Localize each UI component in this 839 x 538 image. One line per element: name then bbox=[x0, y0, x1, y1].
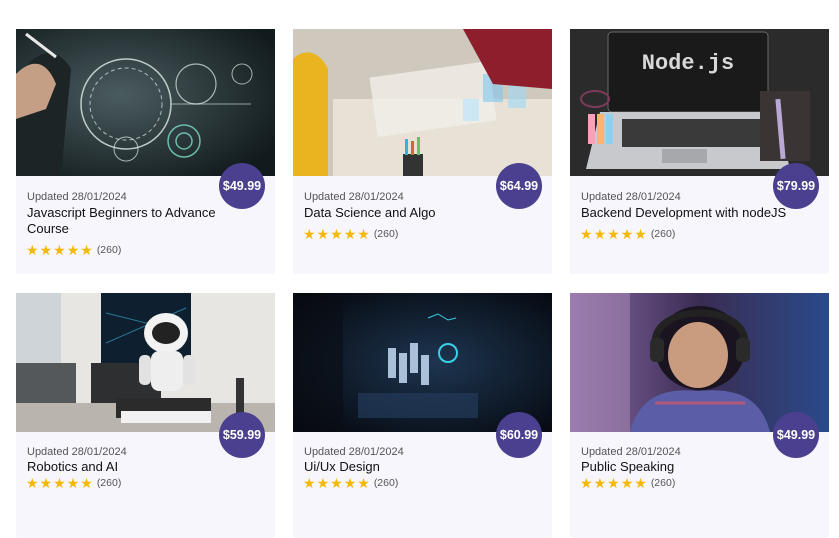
updated-date: Updated 28/01/2024 bbox=[304, 191, 404, 203]
star-icon: ★ bbox=[66, 242, 80, 258]
course-title[interactable]: Ui/Ux Design bbox=[304, 459, 534, 475]
course-card[interactable]: $49.99 Updated 28/01/2024 Public Speakin… bbox=[570, 293, 829, 538]
laptop-screen-text: Node.js bbox=[642, 51, 734, 76]
rating: ★ ★ ★ ★ ★ (260) bbox=[26, 243, 121, 257]
updated-date: Updated 28/01/2024 bbox=[27, 446, 127, 458]
star-icon: ★ bbox=[343, 226, 357, 242]
star-icon: ★ bbox=[303, 475, 316, 491]
review-count: (260) bbox=[650, 228, 676, 240]
course-card[interactable]: $49.99 Updated 28/01/2024 Javascript Beg… bbox=[16, 29, 275, 274]
course-title[interactable]: Data Science and Algo bbox=[304, 205, 534, 221]
star-icon: ★ bbox=[620, 475, 634, 491]
updated-date: Updated 28/01/2024 bbox=[581, 446, 681, 458]
course-title[interactable]: Backend Development with nodeJS bbox=[581, 205, 811, 221]
price-badge: $60.99 bbox=[496, 412, 542, 458]
price-badge: $59.99 bbox=[219, 412, 265, 458]
star-icon: ★ bbox=[580, 475, 593, 491]
price-badge: $64.99 bbox=[496, 163, 542, 209]
star-icon: ★ bbox=[80, 242, 93, 258]
star-icon: ★ bbox=[80, 475, 93, 491]
updated-date: Updated 28/01/2024 bbox=[27, 191, 127, 203]
rating: ★ ★ ★ ★ ★ (260) bbox=[580, 476, 675, 490]
star-icon: ★ bbox=[39, 242, 53, 258]
star-icon: ★ bbox=[634, 226, 647, 242]
rating: ★ ★ ★ ★ ★ (260) bbox=[303, 227, 398, 241]
star-icon: ★ bbox=[53, 242, 66, 258]
rating: ★ ★ ★ ★ ★ (260) bbox=[303, 476, 398, 490]
star-icon: ★ bbox=[607, 475, 620, 491]
price-badge: $49.99 bbox=[219, 163, 265, 209]
star-icon: ★ bbox=[593, 475, 607, 491]
review-count: (260) bbox=[96, 244, 122, 256]
star-icon: ★ bbox=[316, 226, 330, 242]
course-title[interactable]: Robotics and AI bbox=[27, 459, 257, 475]
star-icon: ★ bbox=[593, 226, 607, 242]
price-badge: $49.99 bbox=[773, 412, 819, 458]
course-card[interactable]: $59.99 Updated 28/01/2024 Robotics and A… bbox=[16, 293, 275, 538]
course-card[interactable]: $64.99 Updated 28/01/2024 Data Science a… bbox=[293, 29, 552, 274]
updated-date: Updated 28/01/2024 bbox=[581, 191, 681, 203]
star-icon: ★ bbox=[26, 475, 39, 491]
course-thumbnail[interactable] bbox=[293, 29, 552, 176]
star-icon: ★ bbox=[330, 226, 343, 242]
course-card[interactable]: $60.99 Updated 28/01/2024 Ui/Ux Design ★… bbox=[293, 293, 552, 538]
review-count: (260) bbox=[96, 477, 122, 489]
star-icon: ★ bbox=[580, 226, 593, 242]
star-icon: ★ bbox=[53, 475, 66, 491]
star-icon: ★ bbox=[66, 475, 80, 491]
course-thumbnail[interactable] bbox=[16, 29, 275, 176]
star-icon: ★ bbox=[26, 242, 39, 258]
course-title[interactable]: Javascript Beginners to Advance Course bbox=[27, 205, 257, 237]
star-icon: ★ bbox=[343, 475, 357, 491]
star-icon: ★ bbox=[634, 475, 647, 491]
star-icon: ★ bbox=[357, 475, 370, 491]
review-count: (260) bbox=[373, 228, 399, 240]
updated-date: Updated 28/01/2024 bbox=[304, 446, 404, 458]
review-count: (260) bbox=[650, 477, 676, 489]
star-icon: ★ bbox=[330, 475, 343, 491]
star-icon: ★ bbox=[303, 226, 316, 242]
star-icon: ★ bbox=[607, 226, 620, 242]
rating: ★ ★ ★ ★ ★ (260) bbox=[26, 476, 121, 490]
star-icon: ★ bbox=[39, 475, 53, 491]
course-title[interactable]: Public Speaking bbox=[581, 459, 811, 475]
star-icon: ★ bbox=[620, 226, 634, 242]
star-icon: ★ bbox=[316, 475, 330, 491]
star-icon: ★ bbox=[357, 226, 370, 242]
price-badge: $79.99 bbox=[773, 163, 819, 209]
rating: ★ ★ ★ ★ ★ (260) bbox=[580, 227, 675, 241]
course-thumbnail[interactable]: Node.js bbox=[570, 29, 829, 176]
review-count: (260) bbox=[373, 477, 399, 489]
course-card[interactable]: Node.js $79.99 Updated 28/01/2024 Backen… bbox=[570, 29, 829, 274]
